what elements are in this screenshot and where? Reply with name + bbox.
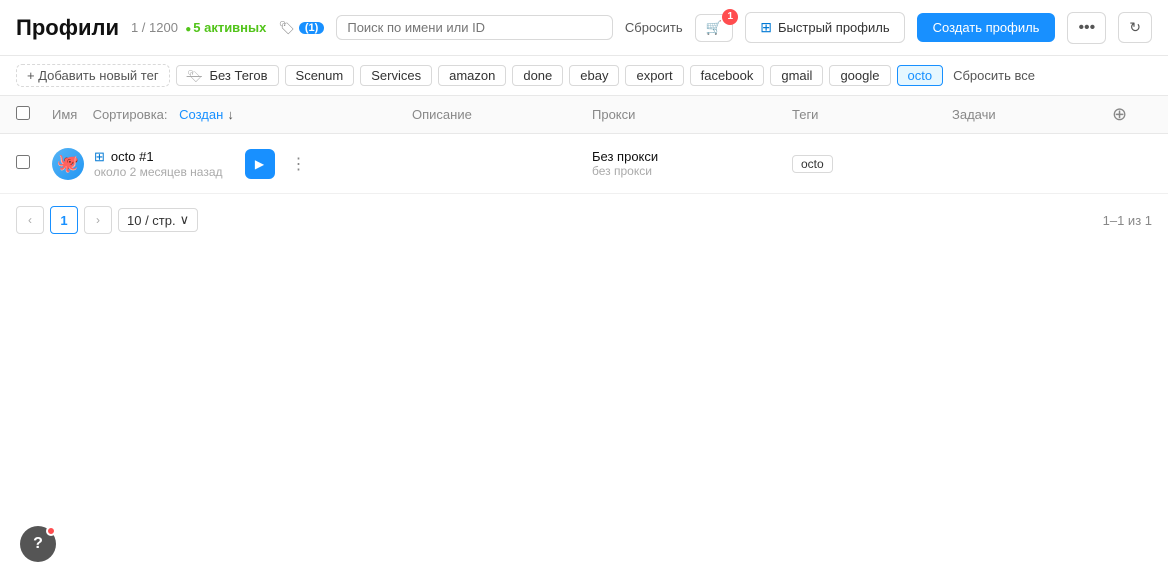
tags-column-header: Теги <box>792 107 952 122</box>
pagination-summary: 1–1 из 1 <box>1103 213 1152 228</box>
next-page-button[interactable]: › <box>84 206 112 234</box>
search-wrapper <box>336 15 613 40</box>
filter-button[interactable]: 🛒 1 <box>695 14 734 42</box>
sort-arrow-icon: ↓ <box>227 107 234 122</box>
profile-time: около 2 месяцев назад <box>94 165 223 179</box>
prev-page-button[interactable]: ‹ <box>16 206 44 234</box>
tag-scenum[interactable]: Scenum <box>285 65 355 86</box>
help-icon: ? <box>33 535 43 553</box>
tag-export[interactable]: export <box>625 65 683 86</box>
play-button[interactable]: ▶ <box>245 149 275 179</box>
tag-google[interactable]: google <box>829 65 890 86</box>
no-tags-icon: 🏷 <box>187 69 202 83</box>
name-column-header: Имя Сортировка: Создан ↓ <box>52 107 412 122</box>
proxy-sub: без прокси <box>592 164 792 178</box>
header: Профили 1 / 1200 ●5 активных 🏷 (1) Сброс… <box>0 0 1168 56</box>
row-checkbox-cell <box>16 155 52 172</box>
tasks-column-header: Задачи <box>952 107 1112 122</box>
reset-search-button[interactable]: Сбросить <box>625 20 683 35</box>
search-input[interactable] <box>347 20 602 35</box>
page-1-button[interactable]: 1 <box>50 206 78 234</box>
refresh-button[interactable]: ↻ <box>1118 12 1152 43</box>
tag-без-тегов[interactable]: 🏷 Без Тегов <box>176 65 279 86</box>
tag-amazon[interactable]: amazon <box>438 65 506 86</box>
tag-ebay[interactable]: ebay <box>569 65 619 86</box>
tag-icon: 🏷 <box>278 20 295 36</box>
add-column-icon[interactable]: ⊕ <box>1112 104 1152 125</box>
active-dot: ● <box>185 24 191 35</box>
more-icon: ••• <box>1078 19 1095 36</box>
add-tag-button[interactable]: + Добавить новый тег <box>16 64 170 87</box>
profile-name: octo #1 <box>111 149 154 164</box>
help-notification-dot <box>46 526 56 536</box>
reset-all-tags-button[interactable]: Сбросить все <box>953 68 1035 83</box>
select-all-checkbox[interactable] <box>16 106 30 120</box>
more-options-button[interactable]: ••• <box>1067 12 1106 44</box>
filter-badge: 1 <box>722 9 738 25</box>
row-more-button[interactable]: ⋮ <box>285 150 313 178</box>
tag-services[interactable]: Services <box>360 65 432 86</box>
tag-octo[interactable]: octo <box>897 65 944 86</box>
proxy-cell: Без прокси без прокси <box>592 149 792 178</box>
tags-cell: octo <box>792 155 952 173</box>
pagination-left: ‹ 1 › 10 / стр. ∨ <box>16 206 198 234</box>
proxy-column-header: Прокси <box>592 107 792 122</box>
page-title: Профили <box>16 15 119 41</box>
windows-os-icon: ⊞ <box>94 149 105 165</box>
quick-profile-button[interactable]: ⊞ Быстрый профиль <box>745 12 904 43</box>
proxy-main: Без прокси <box>592 149 792 164</box>
table-body: 🐙 ⊞ octo #1 около 2 месяцев назад ▶ ⋮ Бе… <box>0 134 1168 194</box>
row-checkbox[interactable] <box>16 155 30 169</box>
avatar-icon: 🐙 <box>57 153 79 174</box>
profile-title: ⊞ octo #1 <box>94 149 223 165</box>
tag-facebook[interactable]: facebook <box>690 65 765 86</box>
avatar: 🐙 <box>52 148 84 180</box>
table-row: 🐙 ⊞ octo #1 около 2 месяцев назад ▶ ⋮ Бе… <box>0 134 1168 194</box>
tags-container: 🏷 Без Тегов ScenumServices amazon done ebaye… <box>176 65 943 86</box>
profile-count: 1 / 1200 ●5 активных <box>131 20 266 35</box>
tag-gmail[interactable]: gmail <box>770 65 823 86</box>
refresh-icon: ↻ <box>1129 19 1141 36</box>
tag-count-badge: (1) <box>299 22 324 34</box>
profile-tag[interactable]: octo <box>792 155 833 173</box>
tag-done[interactable]: done <box>512 65 563 86</box>
per-page-select[interactable]: 10 / стр. ∨ <box>118 208 198 232</box>
description-column-header: Описание <box>412 107 592 122</box>
tags-bar: + Добавить новый тег 🏷 Без Тегов ScenumSe… <box>0 56 1168 96</box>
pagination: ‹ 1 › 10 / стр. ∨ 1–1 из 1 <box>0 194 1168 246</box>
profile-name-cell: 🐙 ⊞ octo #1 около 2 месяцев назад ▶ ⋮ <box>52 148 412 180</box>
windows-icon: ⊞ <box>760 19 772 36</box>
create-profile-button[interactable]: Создать профиль <box>917 13 1056 42</box>
help-button[interactable]: ? <box>20 526 56 562</box>
select-all-col <box>16 106 52 123</box>
tag-filter[interactable]: 🏷 (1) <box>278 20 324 36</box>
filter-icon: 🛒 <box>706 20 723 36</box>
profile-info: ⊞ octo #1 около 2 месяцев назад <box>94 149 223 179</box>
table-header: Имя Сортировка: Создан ↓ Описание Прокси… <box>0 96 1168 134</box>
